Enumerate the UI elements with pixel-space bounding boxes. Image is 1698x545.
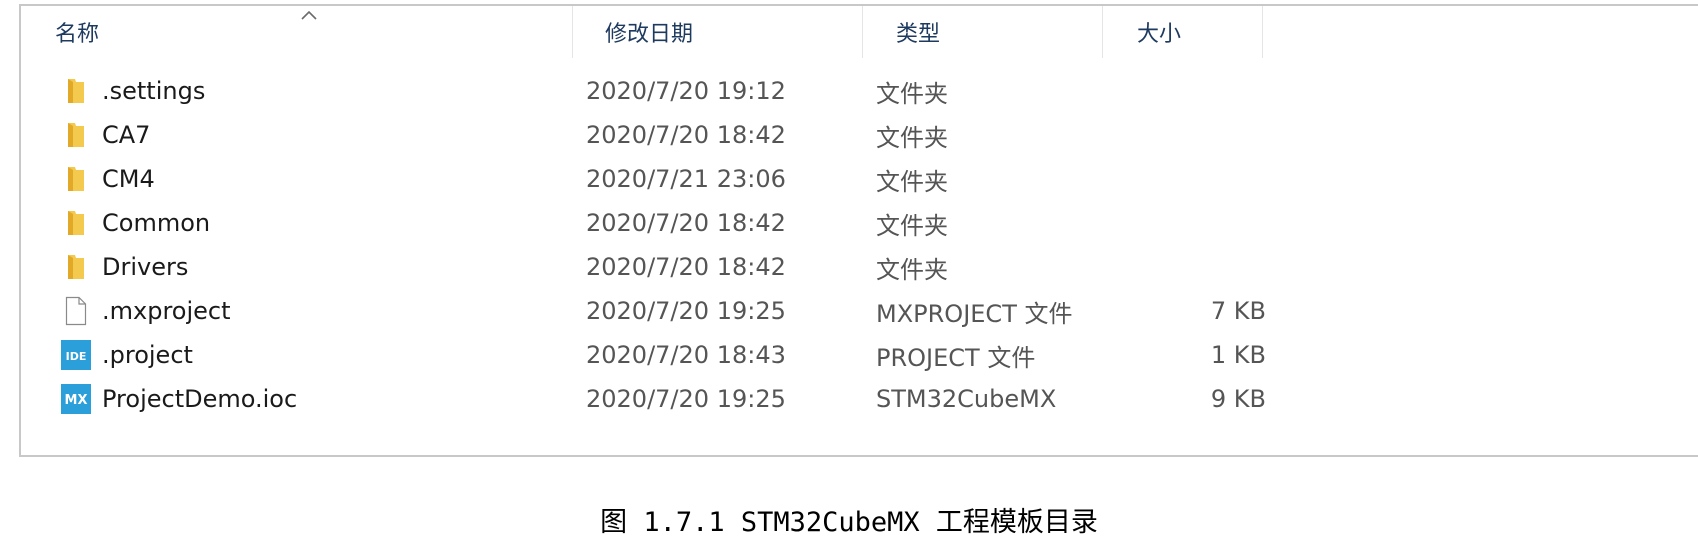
file-type: 文件夹 [876,211,948,240]
folder-icon [59,162,93,196]
file-name: Drivers [102,253,189,281]
figure-caption-text: 图 1.7.1 STM32CubeMX 工程模板目录 [600,507,1098,538]
file-type: 文件夹 [876,79,948,108]
file-modified-date: 2020/7/20 19:25 [586,297,786,325]
file-name-cell[interactable]: MX ProjectDemo.ioc [59,377,297,421]
ide-icon: IDE [59,338,93,372]
file-size [1111,113,1266,157]
file-name-cell[interactable]: Common [59,201,210,245]
file-type: 文件夹 [876,167,948,196]
file-row[interactable]: .settings 2020/7/20 19:12 文件夹 [21,69,1698,113]
file-row[interactable]: CA7 2020/7/20 18:42 文件夹 [21,113,1698,157]
file-name-cell[interactable]: IDE .project [59,333,193,377]
column-header-name[interactable]: 名称 [21,6,573,58]
file-type: 文件夹 [876,123,948,152]
file-name: ProjectDemo.ioc [102,385,298,413]
file-name-cell[interactable]: .mxproject [59,289,231,333]
column-header-type[interactable]: 类型 [863,6,1103,58]
file-type: 文件夹 [876,255,948,284]
column-header-type-label: 类型 [896,22,941,47]
sort-ascending-icon [301,10,317,20]
file-row[interactable]: .mxproject 2020/7/20 19:25 MXPROJECT 文件 7 K… [21,289,1698,333]
column-header-date[interactable]: 修改日期 [573,6,863,58]
file-size [1111,245,1266,289]
file-row[interactable]: Common 2020/7/20 18:42 文件夹 [21,201,1698,245]
file-name: CA7 [102,121,151,149]
file-name: .mxproject [102,297,231,325]
file-modified-date: 2020/7/20 19:12 [586,77,786,105]
folder-icon [59,118,93,152]
file-modified-date: 2020/7/20 18:42 [586,253,786,281]
file-size: 9 KB [1210,385,1266,413]
svg-text:MX: MX [65,393,88,408]
file-type: PROJECT 文件 [876,343,1036,372]
column-header-bar: 名称 修改日期 类型 大小 [21,6,1698,58]
file-type: MXPROJECT 文件 [876,299,1073,328]
file-size [1111,157,1266,201]
file-name: Common [102,209,211,237]
file-size: 1 KB [1210,341,1266,369]
file-row[interactable]: IDE .project 2020/7/20 18:43 PROJECT 文件 1 KB [21,333,1698,377]
file-modified-date: 2020/7/20 18:42 [586,121,786,149]
file-name-cell[interactable]: .settings [59,69,205,113]
svg-text:IDE: IDE [66,350,87,363]
column-header-name-label: 名称 [55,22,100,47]
file-name-cell[interactable]: Drivers [59,245,188,289]
column-header-size-label: 大小 [1137,22,1182,47]
file-name: CM4 [102,165,155,193]
figure-caption: 图 1.7.1 STM32CubeMX 工程模板目录 [0,500,1698,539]
column-header-date-label: 修改日期 [605,22,694,47]
file-type: STM32CubeMX [876,385,1057,413]
file-name-cell[interactable]: CM4 [59,157,155,201]
file-name: .settings [102,77,206,105]
file-modified-date: 2020/7/20 19:25 [586,385,786,413]
file-size [1111,201,1266,245]
folder-icon [59,250,93,284]
mx-icon: MX [59,382,93,416]
file-modified-date: 2020/7/20 18:43 [586,341,786,369]
file-row[interactable]: Drivers 2020/7/20 18:42 文件夹 [21,245,1698,289]
folder-icon [59,74,93,108]
folder-icon [59,206,93,240]
file-size: 7 KB [1210,297,1266,325]
file-name: .project [102,341,193,369]
file-size [1111,69,1266,113]
file-name-cell[interactable]: CA7 [59,113,150,157]
file-explorer-window: 名称 修改日期 类型 大小 .settings 2020/7/20 19:12 文件… [19,4,1698,457]
file-list: .settings 2020/7/20 19:12 文件夹 CA7 2020/7/20 … [21,69,1698,421]
column-header-size[interactable]: 大小 [1103,6,1263,58]
file-modified-date: 2020/7/21 23:06 [586,165,786,193]
file-row[interactable]: MX ProjectDemo.ioc 2020/7/20 19:25 STM32Cub… [21,377,1698,421]
file-row[interactable]: CM4 2020/7/21 23:06 文件夹 [21,157,1698,201]
file-icon [59,294,93,328]
file-modified-date: 2020/7/20 18:42 [586,209,786,237]
